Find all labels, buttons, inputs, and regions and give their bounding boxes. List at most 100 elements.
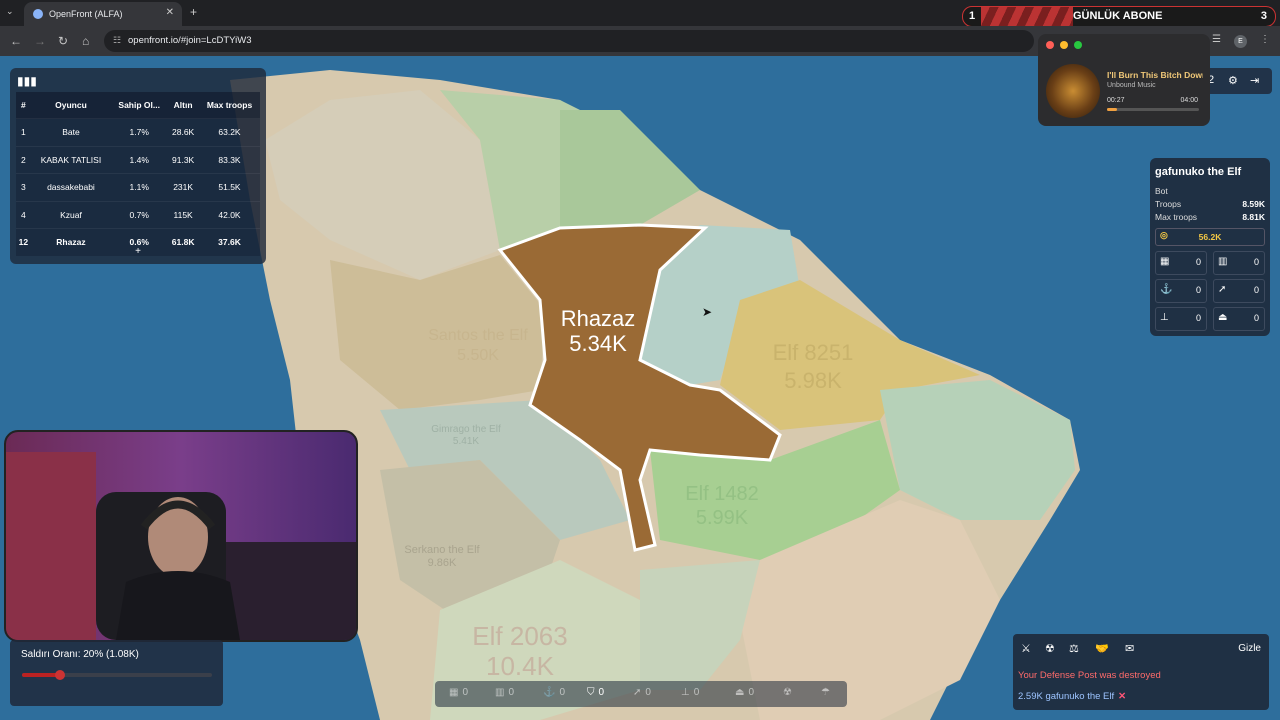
menu-icon[interactable]: ⋮ xyxy=(1260,34,1270,45)
territory-label-serkano: Serkano the Elf xyxy=(404,544,480,556)
build-warship-button[interactable]: ⏏ 0 xyxy=(735,687,754,698)
warship-icon: ⏏ xyxy=(1218,312,1228,323)
factory-icon: ▥ xyxy=(1218,256,1228,267)
owned-cell: 1.4% xyxy=(111,145,168,174)
track-title: I'll Burn This Bitch Down xyxy=(1107,70,1203,80)
build-missile-silo-count: 0 xyxy=(645,687,651,698)
reading-list-icon[interactable]: ☰ xyxy=(1212,34,1221,45)
tab-search-icon[interactable]: ⌄ xyxy=(6,6,14,17)
anchor-icon: ⚓ xyxy=(543,687,556,698)
curtain xyxy=(6,452,96,640)
territory-label-santos: Santos the Elf xyxy=(428,327,528,344)
handshake-icon[interactable]: 🤝 xyxy=(1095,642,1109,655)
col-gold[interactable]: Altın xyxy=(167,92,200,119)
city-icon: ▦ xyxy=(1160,256,1170,267)
close-dot-icon[interactable] xyxy=(1046,41,1054,49)
territory-value-elf-2063: 10.4K xyxy=(486,651,555,681)
bar-chart-icon[interactable]: ▮▮▮ xyxy=(17,74,37,88)
territory-value-elf-1482: 5.99K xyxy=(696,507,749,529)
troops-cell: 63.2K xyxy=(199,118,260,146)
build-factory-button[interactable]: ▥ 0 xyxy=(495,687,514,698)
banner-left-count: 1 xyxy=(969,10,976,22)
top-right-controls: 2 ⚙ ⇥ xyxy=(1200,68,1272,94)
player-info-name: gafunuko the Elf xyxy=(1155,166,1242,178)
browser-tab[interactable]: OpenFront (ALFA) ✕ xyxy=(24,2,182,26)
gear-icon[interactable]: ⚙ xyxy=(1228,74,1238,87)
build-sam-count: 0 xyxy=(693,687,700,698)
gold-cell: 91.3K xyxy=(167,145,200,174)
banner-label: GÜNLÜK ABONE xyxy=(1073,10,1163,22)
minimize-dot-icon[interactable] xyxy=(1060,41,1068,49)
missile-count: ➚ 0 xyxy=(1213,279,1265,303)
anchor-icon: ⚓ xyxy=(1160,284,1173,295)
banner-right-count: 3 xyxy=(1260,10,1267,22)
owned-cell: 1.7% xyxy=(111,118,168,146)
owned-cell: 1.1% xyxy=(111,173,168,201)
missile-icon: ➚ xyxy=(1218,284,1227,295)
atom-bomb-button[interactable]: ☢ xyxy=(783,687,792,698)
leaderboard-panel: ▮▮▮ # Oyuncu Sahip Ol... Altın Max troop… xyxy=(10,68,266,264)
gold-display: ◎ 56.2K xyxy=(1155,228,1265,246)
troops-value: 8.59K xyxy=(1242,199,1265,209)
col-owned[interactable]: Sahip Ol... xyxy=(111,92,168,119)
troops-cell: 83.3K xyxy=(199,145,260,174)
gold-cell: 231K xyxy=(167,173,200,201)
table-row[interactable]: 2 KABAK TATLISI 1.4% 91.3K 83.3K xyxy=(16,145,260,174)
webcam-image xyxy=(6,432,356,640)
site-info-icon[interactable]: ☷ xyxy=(113,35,121,46)
factory-value: 0 xyxy=(1253,257,1259,267)
build-missile-silo-button[interactable]: ➚ 0 xyxy=(633,687,651,698)
subscriber-banner: 1 GÜNLÜK ABONE 3 xyxy=(962,6,1276,27)
forward-icon[interactable]: → xyxy=(34,34,46,48)
music-widget: I'll Burn This Bitch Down Unbound Music … xyxy=(1038,34,1210,126)
event-attack-text: 2.59K gafunuko the Elf xyxy=(1018,691,1115,702)
territory-label-elf-8251: Elf 8251 xyxy=(773,340,854,365)
attack-ratio-label: Saldırı Oranı: 20% (1.08K) xyxy=(21,649,139,660)
new-tab-button[interactable]: + xyxy=(190,5,197,19)
territory-label-elf-1482: Elf 1482 xyxy=(685,483,758,505)
gold-value: 56.2K xyxy=(1198,232,1222,242)
url-field[interactable]: ☷ openfront.io/#join=LcDTYiW3 xyxy=(104,30,1034,52)
mirv-button[interactable]: ☂ xyxy=(821,687,830,698)
home-icon[interactable]: ⌂ xyxy=(82,34,89,48)
build-sam-button[interactable]: ⊥ 0 xyxy=(681,687,699,698)
col-max-troops[interactable]: Max troops xyxy=(199,92,260,119)
cancel-attack-icon[interactable]: ✕ xyxy=(1118,691,1126,702)
col-rank[interactable]: # xyxy=(16,92,31,119)
expand-leaderboard-button[interactable]: + xyxy=(10,246,266,257)
sword-icon[interactable]: ⚔ xyxy=(1021,642,1031,655)
attack-ratio-handle[interactable] xyxy=(55,670,65,680)
table-row[interactable]: 4 Kzuaf 0.7% 115K 42.0K xyxy=(16,200,260,229)
col-player[interactable]: Oyuncu xyxy=(30,92,112,119)
warship-value: 0 xyxy=(1253,313,1259,323)
build-city-button[interactable]: ▦ 0 xyxy=(449,687,468,698)
table-row[interactable]: 1 Bate 1.7% 28.6K 63.2K xyxy=(16,118,260,146)
reload-icon[interactable]: ↻ xyxy=(58,34,68,48)
chat-icon[interactable]: ✉ xyxy=(1125,642,1134,655)
hide-events-button[interactable]: Gizle xyxy=(1238,643,1261,654)
table-row[interactable]: 3 dassakebabi 1.1% 231K 51.5K xyxy=(16,173,260,201)
player-cell: dassakebabi xyxy=(30,173,112,201)
back-icon[interactable]: ← xyxy=(10,34,22,48)
exit-icon[interactable]: ⇥ xyxy=(1250,74,1259,87)
territory-value-serkano: 9.86K xyxy=(428,557,457,569)
attack-ratio-slider[interactable] xyxy=(22,670,212,680)
build-defense-post-button[interactable]: ⛉ 0 xyxy=(587,687,604,698)
rank-cell: 1 xyxy=(16,118,31,146)
sam-launcher-icon: ⊥ xyxy=(1160,312,1169,323)
track-progress-bar[interactable] xyxy=(1107,108,1199,111)
trade-icon[interactable]: ⚖ xyxy=(1069,642,1079,655)
close-tab-icon[interactable]: ✕ xyxy=(166,7,174,18)
maximize-dot-icon[interactable] xyxy=(1074,41,1082,49)
rank-cell: 4 xyxy=(16,200,31,229)
troops-cell: 42.0K xyxy=(199,200,260,229)
tab-title: OpenFront (ALFA) xyxy=(49,9,123,19)
build-port-button[interactable]: ⚓ 0 xyxy=(543,687,565,698)
warship-count: ⏏ 0 xyxy=(1213,307,1265,331)
max-troops-label: Max troops xyxy=(1155,212,1198,222)
territory-label-elf-2063: Elf 2063 xyxy=(472,621,567,651)
event-message-defense-destroyed: Your Defense Post was destroyed xyxy=(1018,670,1161,681)
build-bar: ▦ 0 ▥ 0 ⚓ 0 ⛉ 0 ➚ 0 ⊥ 0 ⏏ 0 ☢ ☂ xyxy=(435,681,847,707)
nuke-icon[interactable]: ☢ xyxy=(1045,642,1055,655)
profile-avatar[interactable]: E xyxy=(1234,35,1247,48)
